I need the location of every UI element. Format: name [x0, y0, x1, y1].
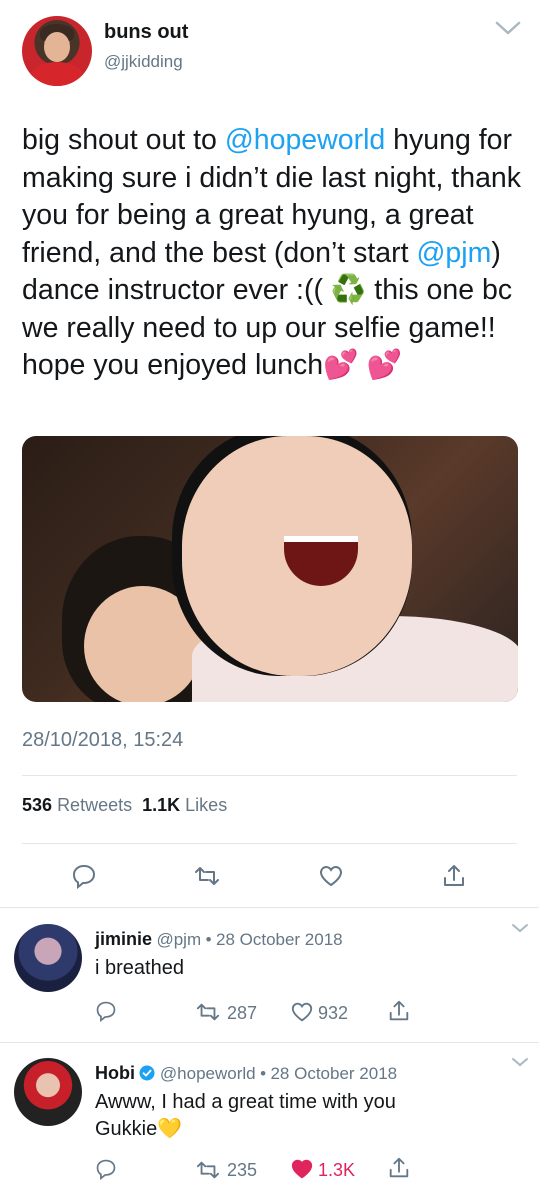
reply-author-handle[interactable]: @pjm	[156, 930, 201, 949]
reply-retweet-count: 287	[227, 1003, 258, 1023]
reply-date[interactable]: 28 October 2018	[216, 930, 343, 949]
divider	[22, 843, 517, 844]
chevron-down-icon[interactable]	[494, 18, 522, 38]
divider	[0, 1042, 539, 1043]
chevron-down-icon[interactable]	[510, 1056, 530, 1068]
separator-dot: •	[260, 1064, 267, 1083]
reply-author-handle[interactable]: @hopeworld	[160, 1064, 256, 1083]
reply-text: i breathed	[95, 957, 184, 979]
reply-icon[interactable]	[71, 863, 97, 889]
reply-text: Awww, I had a great time with you Gukkie…	[95, 1091, 396, 1140]
reply-icon[interactable]	[95, 1158, 117, 1180]
reply-author-name[interactable]: Hobi	[95, 1063, 135, 1083]
reply-author-name[interactable]: jiminie	[95, 929, 152, 949]
likes-label[interactable]: Likes	[185, 795, 227, 815]
tweet-photo[interactable]	[22, 436, 518, 702]
reply-avatar[interactable]	[14, 1058, 82, 1126]
share-icon[interactable]	[387, 999, 411, 1023]
tweet-text-segment: big shout out to	[22, 124, 225, 156]
retweets-count[interactable]: 536	[22, 795, 52, 815]
tweet-text: big shout out to @hopeworld hyung for ma…	[22, 122, 522, 385]
reply-avatar[interactable]	[14, 924, 82, 992]
mention-link-pjm[interactable]: @pjm	[416, 237, 491, 269]
mention-link-hopeworld[interactable]: @hopeworld	[225, 124, 385, 156]
reply-header: jiminie @pjm • 28 October 2018	[95, 929, 343, 950]
reply-like-count: 932	[318, 1003, 349, 1023]
chevron-down-icon[interactable]	[510, 922, 530, 934]
retweet-icon[interactable]	[194, 863, 220, 889]
share-icon[interactable]	[441, 863, 467, 889]
reply-icon[interactable]	[95, 1000, 117, 1022]
divider	[22, 775, 517, 776]
tweet-timestamp[interactable]: 28/10/2018, 15:24	[22, 729, 183, 752]
author-display-name[interactable]: buns out	[104, 21, 188, 44]
share-icon[interactable]	[387, 1156, 411, 1180]
like-icon[interactable]	[290, 1000, 314, 1024]
reply-like-count: 1.3K	[318, 1160, 356, 1180]
verified-icon	[139, 1065, 155, 1081]
engagement-counts: 536 Retweets 1.1K Likes	[22, 795, 227, 816]
retweets-label[interactable]: Retweets	[57, 795, 132, 815]
reply-date[interactable]: 28 October 2018	[270, 1064, 397, 1083]
reply-header: Hobi @hopeworld • 28 October 2018	[95, 1063, 397, 1084]
divider	[0, 907, 539, 908]
like-icon[interactable]	[290, 1157, 314, 1181]
reply-retweet-count: 235	[227, 1160, 258, 1180]
retweet-icon[interactable]	[196, 1000, 220, 1024]
likes-count[interactable]: 1.1K	[142, 795, 180, 815]
separator-dot: •	[205, 930, 212, 949]
author-avatar[interactable]	[22, 16, 92, 86]
author-handle[interactable]: @jjkidding	[104, 52, 183, 72]
retweet-icon[interactable]	[196, 1158, 220, 1182]
like-icon[interactable]	[318, 863, 344, 889]
